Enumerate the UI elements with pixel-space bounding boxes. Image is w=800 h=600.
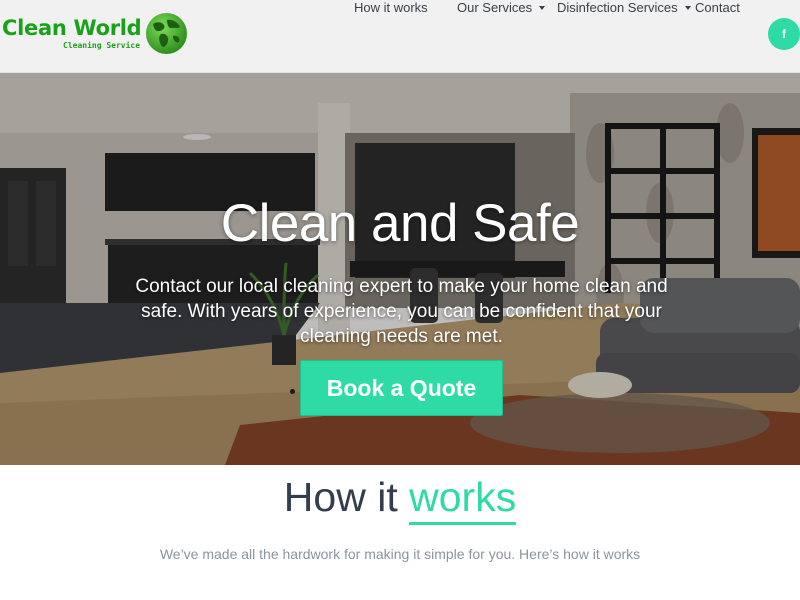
nav-disinfection-services[interactable]: Disinfection Services xyxy=(557,0,691,15)
nav-our-services[interactable]: Our Services xyxy=(457,0,546,15)
caret-down-icon xyxy=(539,6,546,10)
how-it-works-subtitle: We’ve made all the hardwork for making i… xyxy=(159,546,641,562)
brand-tagline: Cleaning Service xyxy=(63,41,141,50)
globe-icon xyxy=(146,13,187,54)
nav-our-services-label: Our Services xyxy=(457,0,533,15)
site-header: Clean World Cleaning Service How it work… xyxy=(0,0,800,73)
hero-title: Clean and Safe xyxy=(220,194,580,253)
nav-how-it-works-label: How it works xyxy=(354,0,428,15)
facebook-icon[interactable]: f xyxy=(768,18,800,50)
nav-contact[interactable]: Contact xyxy=(695,0,740,15)
nav-disinfection-services-label: Disinfection Services xyxy=(557,0,678,15)
how-it-works-title-prefix: How it xyxy=(283,474,398,520)
hero-section: Clean and Safe Contact our local cleanin… xyxy=(0,73,800,465)
how-it-works-title-accent: works xyxy=(409,475,517,525)
hero-description: Contact our local cleaning expert to mak… xyxy=(135,276,668,347)
bullet-dot xyxy=(290,389,295,394)
nav-contact-label: Contact xyxy=(695,0,740,15)
nav-how-it-works[interactable]: How it works xyxy=(354,0,428,15)
caret-down-icon xyxy=(684,6,691,10)
book-quote-button[interactable]: Book a Quote xyxy=(300,360,503,416)
brand-logo[interactable]: Clean World Cleaning Service xyxy=(2,12,192,58)
brand-name: Clean World xyxy=(2,16,142,40)
how-it-works-title: How it works xyxy=(0,474,800,525)
